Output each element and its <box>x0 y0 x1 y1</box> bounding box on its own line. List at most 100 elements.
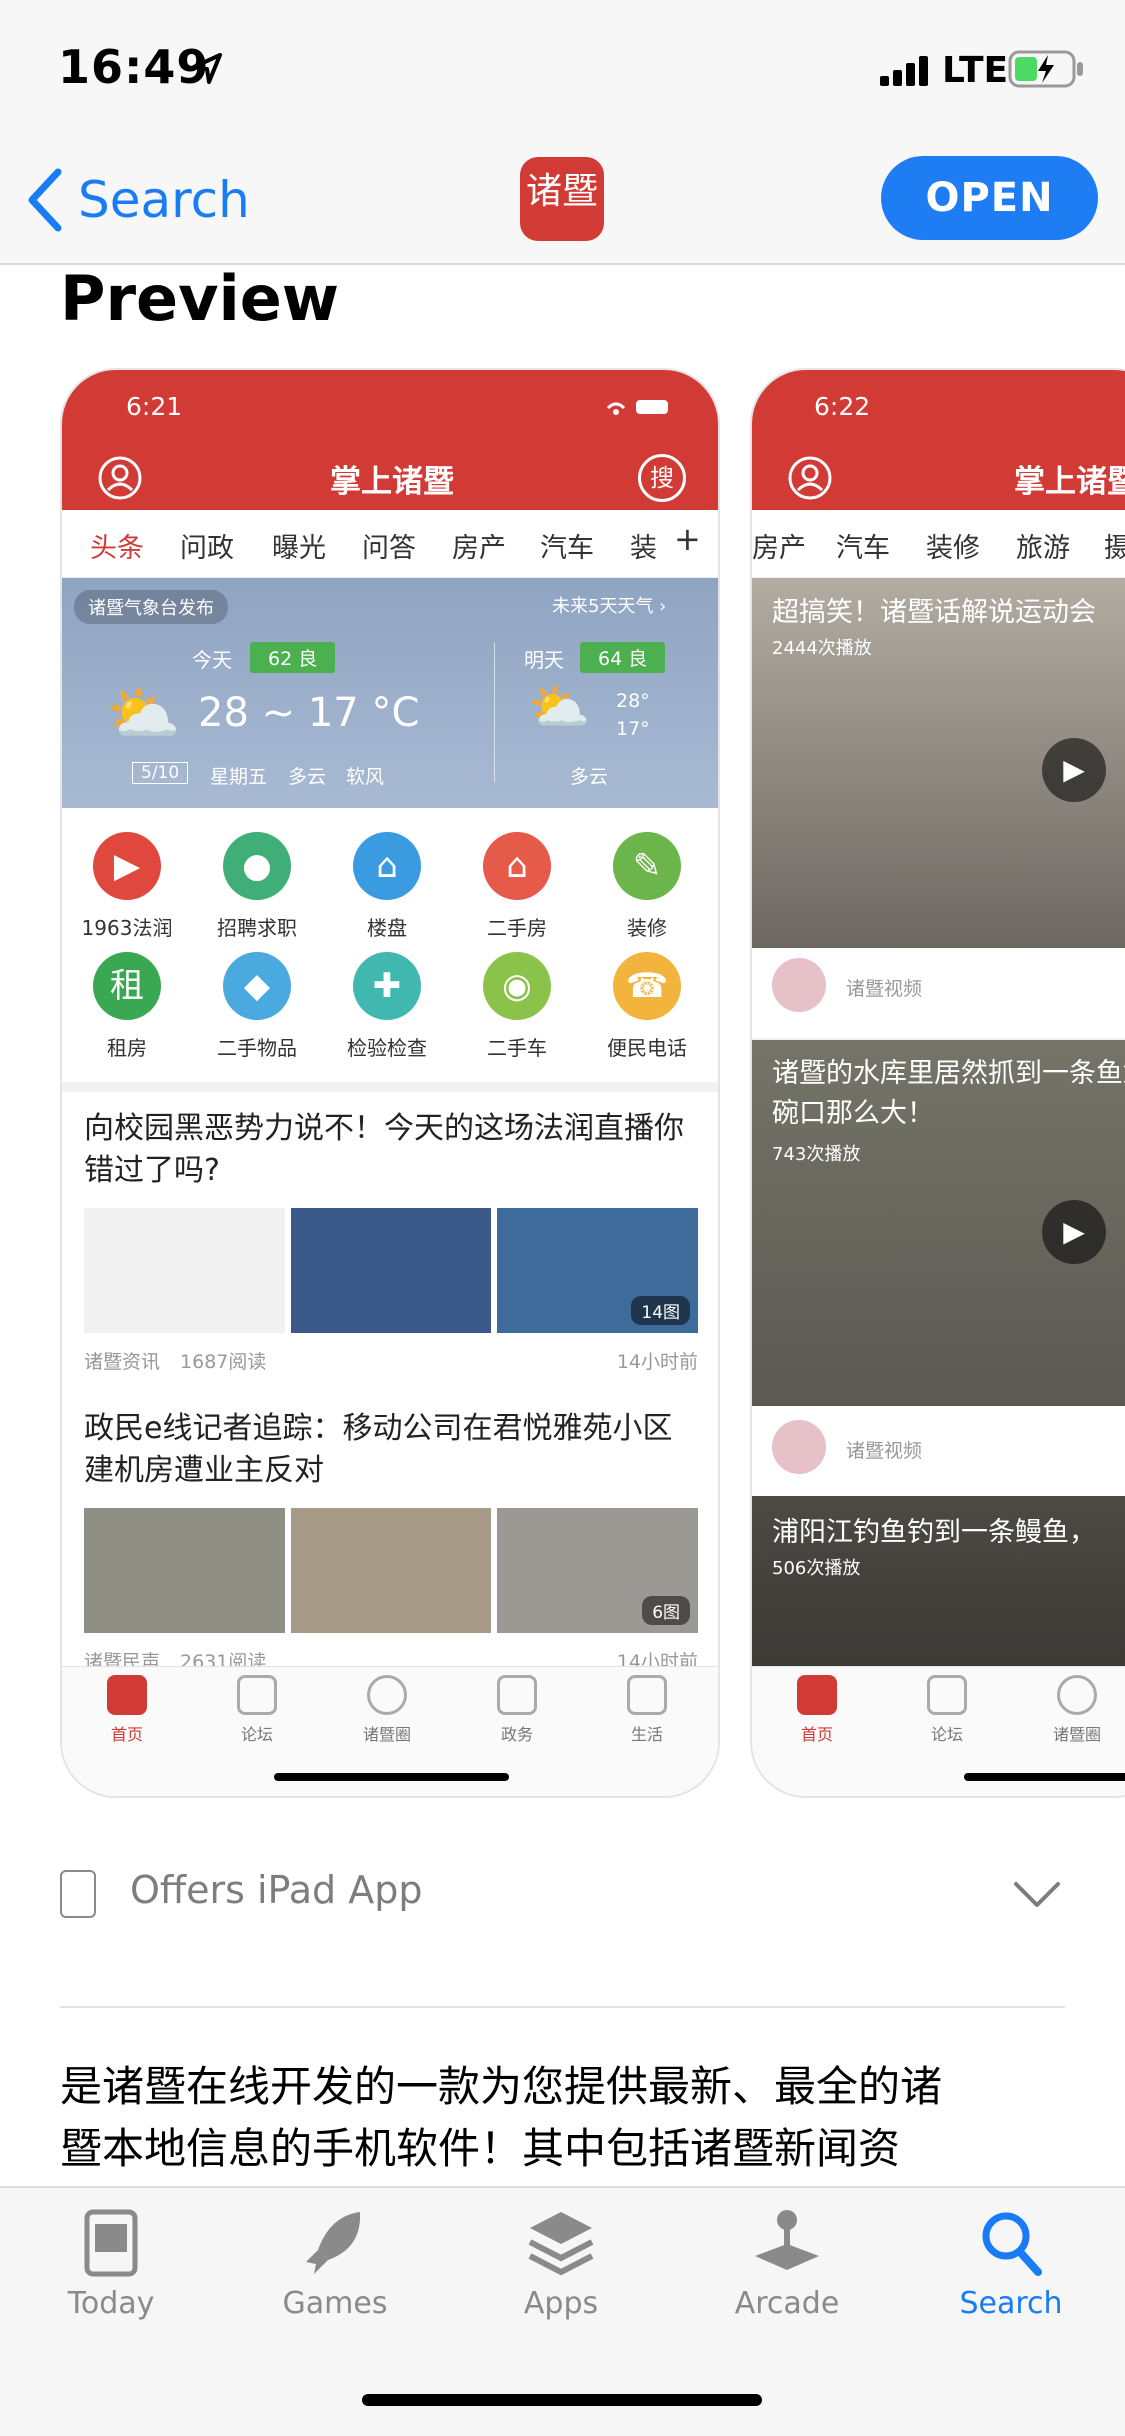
grid-item-used-house[interactable]: ⌂ 二手房 <box>452 832 582 941</box>
tab-wenda[interactable]: 问答 <box>362 526 416 565</box>
weekday: 星期五 <box>210 766 268 788</box>
grid-item-jobs[interactable]: ● 招聘求职 <box>192 832 322 941</box>
today-temp: 28 ~ 17 °C <box>198 690 420 736</box>
tomorrow-low: 17° <box>616 718 650 740</box>
rocket-icon <box>240 2206 430 2286</box>
status-time: 16:49 <box>58 40 210 94</box>
device-home-indicator <box>964 1773 1125 1781</box>
tab-today[interactable]: Today <box>16 2206 206 2321</box>
grid-item-decoration[interactable]: ✎ 装修 <box>582 832 712 941</box>
tab[interactable]: 旅游 <box>1016 526 1070 565</box>
grid-item-inspection[interactable]: ✚ 检验检查 <box>322 952 452 1061</box>
tab-zhuang[interactable]: 装 <box>630 526 657 565</box>
video-thumbnail[interactable]: 超搞笑！诸暨话解说运动会 2444次播放 ▶ <box>752 578 1125 948</box>
tab-wenzheng[interactable]: 问政 <box>180 526 234 565</box>
video-title: 超搞笑！诸暨话解说运动会 <box>772 597 1096 628</box>
footer-home[interactable]: 首页 <box>752 1675 882 1745</box>
weather-card[interactable]: 诸暨气象台发布 未来5天天气 › 今天 62 良 ⛅ 28 ~ 17 °C 5/… <box>62 578 718 808</box>
cloud-sun-icon: ⛅ <box>106 679 181 749</box>
grid-item-realestate[interactable]: ⌂ 楼盘 <box>322 832 452 941</box>
device-time: 6:21 <box>126 392 183 421</box>
search-icon <box>916 2206 1106 2286</box>
grid-item-rent[interactable]: 租租房 <box>62 952 192 1061</box>
app-footer: 首页 论坛 诸暨圈 政务 生活 <box>62 1666 718 1796</box>
video-title: 诸暨的水库里居然抓到一条鱼鳞有碗口那么大！ <box>772 1058 1125 1129</box>
open-button[interactable]: OPEN <box>881 156 1098 240</box>
tab-headline[interactable]: 头条 <box>90 526 144 565</box>
video-thumbnail[interactable]: 诸暨的水库里居然抓到一条鱼鳞有碗口那么大！ 743次播放 ▶ <box>752 1040 1125 1406</box>
used-house-icon: ⌂ <box>483 832 551 900</box>
news-image <box>290 1508 492 1633</box>
image-count: 14图 <box>631 1296 691 1325</box>
app-icon: 诸暨 <box>520 157 604 241</box>
tab-apps[interactable]: Apps <box>466 2206 656 2321</box>
car-icon: ◉ <box>483 952 551 1020</box>
footer-gov[interactable]: 政务 <box>452 1675 582 1745</box>
tomorrow-aqi-badge: 64 良 <box>580 642 666 673</box>
preview-heading: Preview <box>60 262 340 335</box>
user-icon <box>788 456 832 500</box>
compass-icon <box>367 1675 407 1715</box>
tab[interactable]: 汽车 <box>836 526 890 565</box>
footer-circle[interactable]: 诸暨圈 <box>322 1675 452 1745</box>
category-tabs: 房产 汽车 装修 旅游 摄 <box>752 510 1125 578</box>
grid-item-fare[interactable]: ▶ 1963法润 <box>62 832 192 941</box>
device-home-indicator <box>274 1773 509 1781</box>
play-icon[interactable]: ▶ <box>1042 738 1106 802</box>
app-title: 掌上诸暨 <box>330 464 454 500</box>
forecast-link[interactable]: 未来5天天气 › <box>552 592 666 618</box>
back-button[interactable]: Search <box>78 171 250 229</box>
rent-icon: 租 <box>93 952 161 1020</box>
footer-home[interactable]: 首页 <box>62 1675 192 1745</box>
tab[interactable]: 房产 <box>752 526 806 565</box>
medical-icon: ✚ <box>353 952 421 1020</box>
category-tabs: 头条 问政 曝光 问答 房产 汽车 装 + <box>62 510 718 578</box>
grid-icon <box>627 1675 667 1715</box>
weather-divider <box>494 642 495 782</box>
news-images: 6图 <box>84 1508 699 1633</box>
tab-fangchan[interactable]: 房产 <box>452 526 506 565</box>
news-image: 6图 <box>497 1508 699 1633</box>
play-icon[interactable]: ▶ <box>1042 1200 1106 1264</box>
add-tab-icon[interactable]: + <box>674 520 701 558</box>
news-item-1[interactable]: 向校园黑恶势力说不！今天的这场法润直播你错过了吗? 14图 诸暨资讯 1687阅读… <box>84 1108 699 1383</box>
video-thumbnail[interactable]: 浦阳江钓鱼钓到一条鳗鱼， 506次播放 <box>752 1496 1125 1676</box>
video-icon: ▶ <box>93 832 161 900</box>
description-line: 暨本地信息的手机软件！其中包括诸暨新闻资 <box>60 2124 901 2173</box>
grid-item-used-car[interactable]: ◉ 二手车 <box>452 952 582 1061</box>
news-image <box>290 1208 492 1333</box>
section-divider <box>62 1082 718 1092</box>
back-chevron-icon[interactable] <box>26 168 66 232</box>
preview-screenshot-2[interactable]: 6:22 掌上诸暨 房产 汽车 装修 旅游 摄 超搞笑！诸暨话解说运动会 244… <box>750 368 1125 1798</box>
grid-item-used-goods[interactable]: ◆ 二手物品 <box>192 952 322 1061</box>
location-arrow-icon <box>192 53 222 84</box>
today-cond: 多云 <box>288 766 327 788</box>
chat-icon <box>237 1675 277 1715</box>
footer-life[interactable]: 生活 <box>582 1675 712 1745</box>
tab-search[interactable]: Search <box>916 2206 1106 2321</box>
home-icon <box>797 1675 837 1715</box>
today-icon <box>16 2206 206 2286</box>
app-header: 6:22 掌上诸暨 <box>752 370 1125 510</box>
preview-screenshot-1[interactable]: 6:21 掌上诸暨 搜 头条 问政 曝光 问答 房产 汽车 装 + 诸暨气象台发… <box>60 368 720 1798</box>
search-circle-button[interactable]: 搜 <box>638 454 686 502</box>
chevron-down-icon[interactable] <box>1012 1880 1062 1910</box>
tab-qiche[interactable]: 汽车 <box>540 526 594 565</box>
tab-arcade[interactable]: Arcade <box>692 2206 882 2321</box>
footer-circle[interactable]: 诸暨圈 <box>1012 1675 1125 1745</box>
news-item-2[interactable]: 政民e线记者追踪：移动公司在君悦雅苑小区建机房遭业主反对 6图 诸暨民声 2631… <box>84 1408 699 1683</box>
tab[interactable]: 装修 <box>926 526 980 565</box>
news-image <box>84 1508 285 1633</box>
phone-icon: ☎ <box>613 952 681 1020</box>
tab-baoguang[interactable]: 曝光 <box>272 526 326 565</box>
footer-forum[interactable]: 论坛 <box>882 1675 1012 1745</box>
weather-publisher: 诸暨气象台发布 <box>74 590 228 624</box>
avatar <box>772 958 826 1012</box>
house-icon: ⌂ <box>353 832 421 900</box>
tab-games[interactable]: Games <box>240 2206 430 2321</box>
app-footer: 首页 论坛 诸暨圈 <box>752 1666 1125 1796</box>
footer-forum[interactable]: 论坛 <box>192 1675 322 1745</box>
tab[interactable]: 摄 <box>1104 526 1125 565</box>
grid-item-phone[interactable]: ☎ 便民电话 <box>582 952 712 1061</box>
search-char: 搜 <box>650 464 674 492</box>
